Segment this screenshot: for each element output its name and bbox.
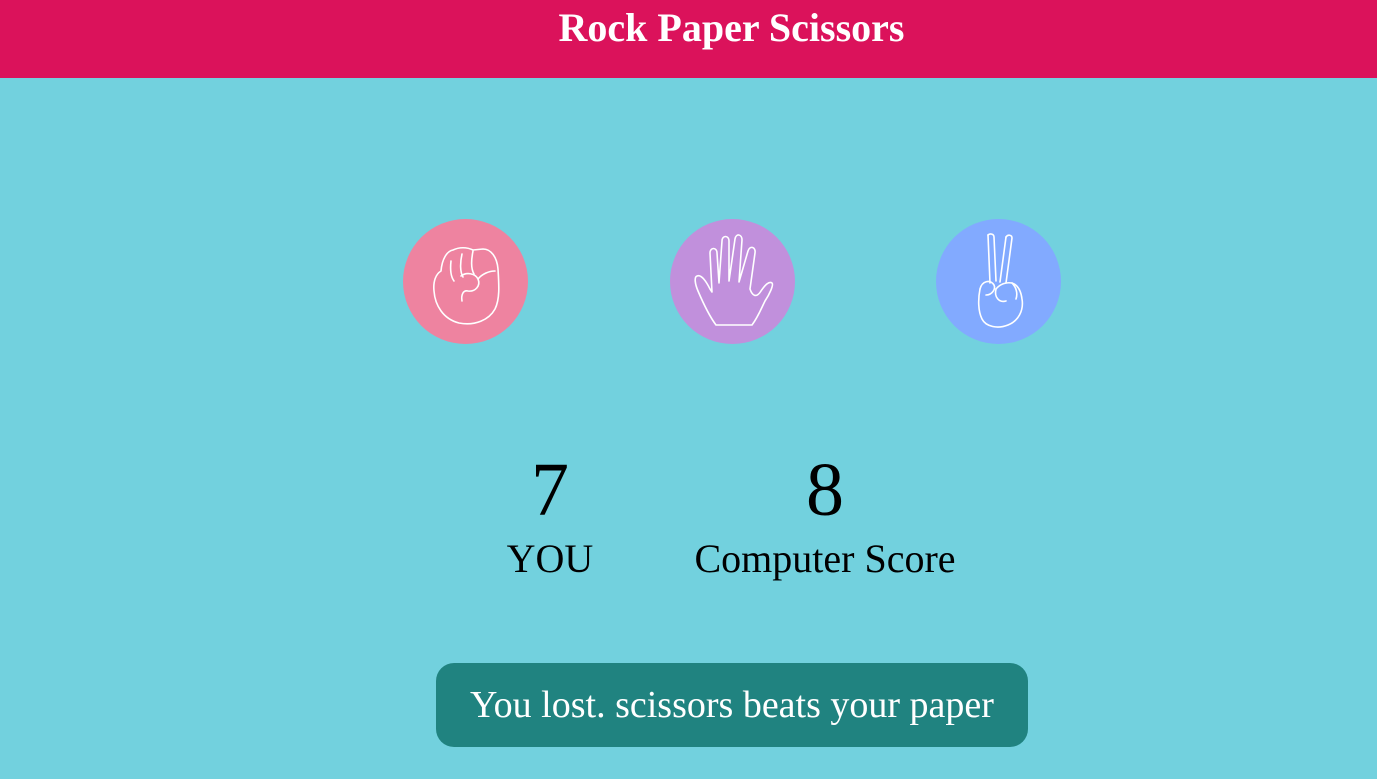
result-message: You lost. scissors beats your paper	[436, 663, 1028, 747]
computer-score-label: Computer Score	[694, 536, 956, 581]
scissors-button[interactable]	[936, 219, 1061, 344]
rock-hand-icon	[433, 246, 500, 325]
scissors-hand-icon	[977, 233, 1024, 328]
page-title: Rock Paper Scissors	[558, 5, 905, 50]
computer-score-value: 8	[806, 448, 844, 532]
rock-button[interactable]	[403, 219, 528, 344]
paper-button[interactable]	[670, 219, 795, 344]
user-score-value: 7	[531, 448, 569, 532]
paper-hand-icon	[694, 234, 774, 326]
header-bar: Rock Paper Scissors	[0, 0, 1377, 78]
user-score-label: YOU	[506, 536, 594, 581]
